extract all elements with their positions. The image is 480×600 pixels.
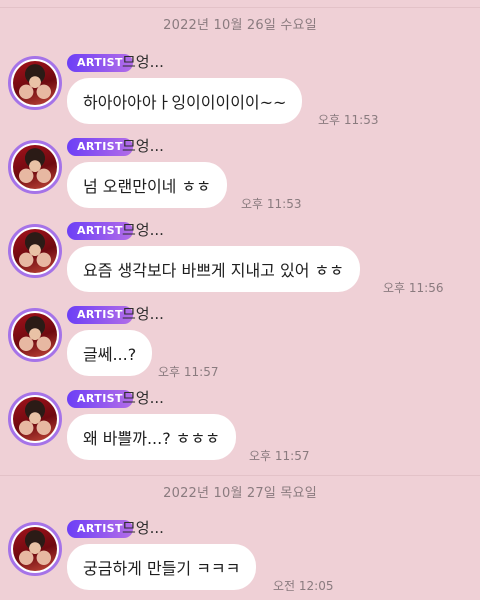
avatar-photo — [13, 145, 57, 189]
date-separator: 2022년 10월 27일 목요일 — [163, 485, 317, 501]
avatar-photo — [13, 61, 57, 105]
top-divider — [0, 7, 480, 8]
message-time: 오후 11:57 — [158, 365, 219, 379]
sender-name: 므엉... — [122, 221, 164, 239]
artist-avatar[interactable] — [8, 140, 62, 194]
chat-log[interactable]: 2022년 10월 26일 수요일 ARTIST 므엉... 하아아아아ㅏ잉이이… — [0, 0, 480, 599]
message-bubble[interactable]: 글쎄...? — [67, 330, 153, 376]
message-row: ARTIST 므엉... 넘 오랜만이네 ㅎㅎ 오후 11:53 — [0, 136, 480, 218]
message-time: 오전 12:05 — [273, 579, 334, 593]
message-bubble[interactable]: 하아아아아ㅏ잉이이이이이~~ — [67, 78, 303, 124]
sender-name: 므엉... — [122, 305, 164, 323]
avatar-photo — [13, 229, 57, 273]
message-bubble[interactable]: 궁금하게 만들기 ㅋㅋㅋ — [67, 544, 257, 590]
message-row: ARTIST 므엉... 궁금하게 만들기 ㅋㅋㅋ 오전 12:05 — [0, 518, 480, 600]
sender-name: 므엉... — [122, 53, 164, 71]
message-row: ARTIST 므엉... 요즘 생각보다 바쁘게 지내고 있어 ㅎㅎ 오후 11… — [0, 220, 480, 302]
sender-name: 므엉... — [122, 519, 164, 537]
message-bubble[interactable]: 왜 바쁠까...? ㅎㅎㅎ — [67, 414, 236, 460]
avatar-photo — [13, 527, 57, 571]
sender-name: 므엉... — [122, 137, 164, 155]
artist-avatar[interactable] — [8, 392, 62, 446]
avatar-photo — [13, 313, 57, 357]
date-separator: 2022년 10월 26일 수요일 — [163, 17, 317, 33]
sender-name: 므엉... — [122, 389, 164, 407]
message-time: 오후 11:57 — [249, 449, 310, 463]
message-time: 오후 11:53 — [318, 113, 379, 127]
message-bubble[interactable]: 넘 오랜만이네 ㅎㅎ — [67, 162, 227, 208]
message-bubble[interactable]: 요즘 생각보다 바쁘게 지내고 있어 ㅎㅎ — [67, 246, 360, 292]
message-row: ARTIST 므엉... 하아아아아ㅏ잉이이이이이~~ 오후 11:53 — [0, 52, 480, 134]
artist-avatar[interactable] — [8, 522, 62, 576]
message-time: 오후 11:53 — [241, 197, 302, 211]
message-row: ARTIST 므엉... 글쎄...? 오후 11:57 — [0, 304, 480, 386]
avatar-photo — [13, 397, 57, 441]
artist-avatar[interactable] — [8, 224, 62, 278]
message-row: ARTIST 므엉... 왜 바쁠까...? ㅎㅎㅎ 오후 11:57 — [0, 388, 480, 470]
artist-avatar[interactable] — [8, 308, 62, 362]
artist-avatar[interactable] — [8, 56, 62, 110]
message-time: 오후 11:56 — [383, 281, 444, 295]
day-divider — [0, 475, 480, 476]
